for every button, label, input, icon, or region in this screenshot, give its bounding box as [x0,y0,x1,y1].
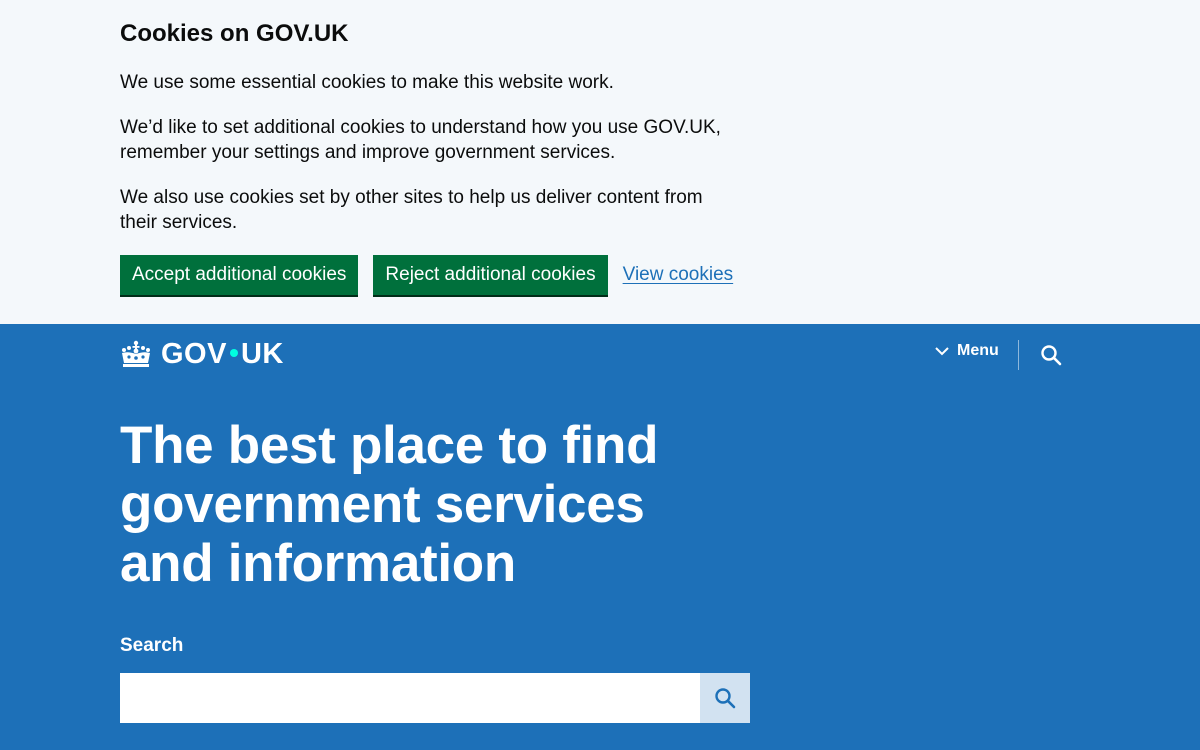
menu-label: Menu [957,342,999,359]
cookie-text-additional: We’d like to set additional cookies to u… [120,117,721,163]
cookie-banner-title: Cookies on GOV.UK [120,20,349,47]
cookie-text-essential: We use some essential cookies to make th… [120,72,614,93]
search-input[interactable] [120,673,700,723]
cookie-banner: Cookies on GOV.UK We use some essential … [0,0,1200,324]
govuk-logo-link[interactable]: GOV UK [120,338,284,371]
menu-toggle-button[interactable]: Menu [934,342,999,360]
cookie-text-third-party: We also use cookies set by other sites t… [120,187,703,233]
logo-text-gov: GOV [161,338,227,370]
search-submit-button[interactable] [700,673,750,723]
logo-text-uk: UK [240,338,284,370]
logo-dot [229,349,238,358]
search-label: Search [120,635,184,656]
govuk-logo-text: GOV UK [161,338,284,371]
header-divider [1018,340,1019,370]
view-cookies-link[interactable]: View cookies [623,264,734,286]
search-icon[interactable] [1040,344,1062,366]
page-title: The best place to find government servic… [120,416,659,593]
chevron-down-icon [935,347,949,356]
accept-cookies-button[interactable]: Accept additional cookies [120,255,359,295]
hero-section: GOV UK Menu The best place to find govern… [0,324,1200,750]
search-icon [715,688,736,709]
crown-icon [122,340,150,367]
reject-cookies-button[interactable]: Reject additional cookies [373,255,608,295]
cookie-banner-content: Cookies on GOV.UK We use some essential … [120,18,760,295]
cookie-button-group: Accept additional cookies Reject additio… [120,255,733,295]
